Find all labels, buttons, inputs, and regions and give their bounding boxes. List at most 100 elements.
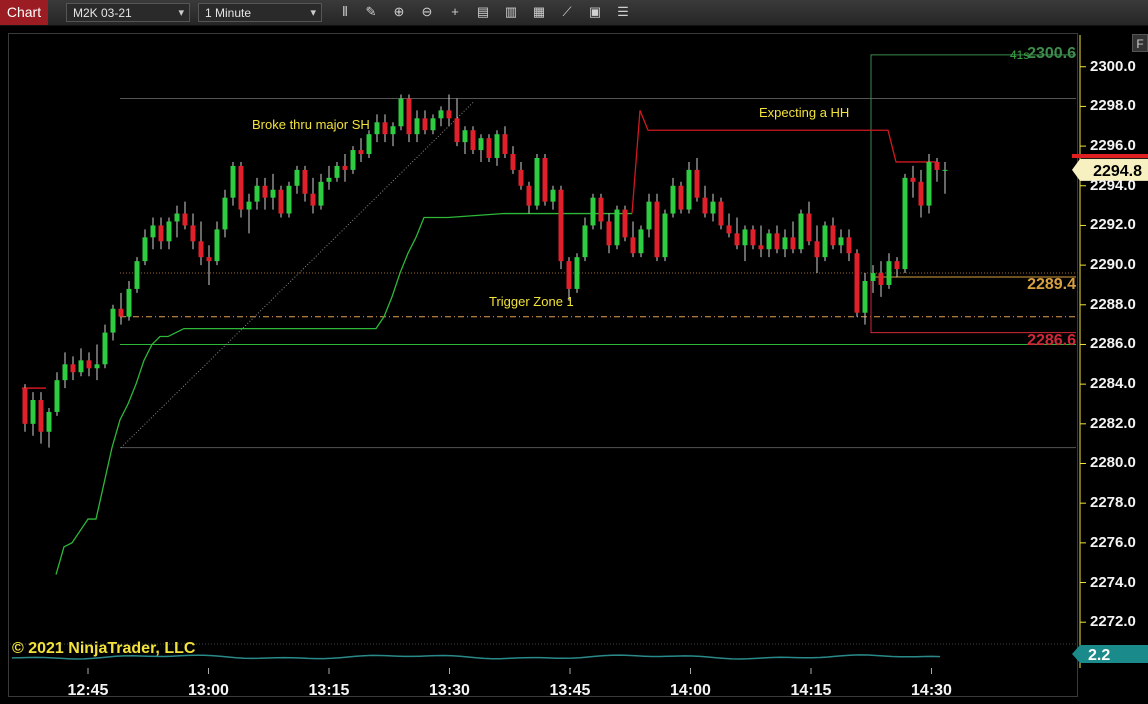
- candle-body: [758, 245, 764, 250]
- candle-body: [214, 229, 220, 262]
- price-tick-label: 2296.0: [1090, 137, 1136, 155]
- candle-body: [934, 161, 940, 170]
- candle-body: [590, 197, 596, 226]
- annotation-expecting-hh: Expecting a HH: [759, 105, 850, 120]
- candle-body: [22, 388, 28, 424]
- price-tick-label: 2282.0: [1090, 414, 1136, 432]
- candle-body: [694, 169, 700, 198]
- candle-body: [702, 197, 708, 214]
- candle-body: [542, 157, 548, 202]
- candle-body: [302, 169, 308, 194]
- candle-body: [718, 201, 724, 226]
- candle-body: [790, 237, 796, 250]
- price-tick-label: 2280.0: [1090, 454, 1136, 472]
- candle-body: [662, 213, 668, 258]
- time-tick-label: 14:00: [670, 682, 711, 699]
- candle-body: [822, 225, 828, 258]
- candle-body: [406, 98, 412, 135]
- stop-axis-marker: [1072, 153, 1148, 158]
- candle-body: [710, 201, 716, 214]
- candle-body: [390, 126, 396, 135]
- candle-body: [630, 237, 636, 254]
- time-tick-label: 13:45: [549, 682, 591, 699]
- candle-body: [262, 185, 268, 198]
- trailing-stop-line: [55, 212, 632, 575]
- candle-body: [926, 161, 932, 206]
- price-tick-label: 2274.0: [1090, 573, 1136, 591]
- candle-body: [878, 273, 884, 285]
- candle-body: [534, 157, 540, 206]
- candle-body: [166, 221, 172, 242]
- candle-body: [798, 213, 804, 250]
- candle-body: [518, 169, 524, 186]
- candle-body: [182, 213, 188, 226]
- candle-body: [110, 308, 116, 333]
- candle-body: [286, 185, 292, 214]
- price-tick-label: 2292.0: [1090, 216, 1136, 234]
- candle-body: [574, 257, 580, 289]
- candle-body: [118, 308, 124, 317]
- candle-body: [310, 193, 316, 206]
- candle-body: [198, 241, 204, 258]
- candle-body: [638, 229, 644, 254]
- time-tick-label: 12:45: [67, 682, 109, 699]
- candle-body: [494, 134, 500, 158]
- candle-body: [62, 364, 68, 381]
- candle-body: [582, 225, 588, 258]
- time-tick-label: 14:15: [790, 682, 832, 699]
- candle-body: [158, 225, 164, 242]
- candle-body: [510, 154, 516, 170]
- candle-body: [78, 360, 84, 373]
- candle-body: [526, 185, 532, 206]
- candle-body: [782, 237, 788, 250]
- candle-body: [742, 229, 748, 246]
- candle-body: [94, 364, 100, 369]
- copyright-notice: © 2021 NinjaTrader, LLC: [12, 640, 196, 657]
- target-line: [870, 54, 1076, 278]
- candle-body: [238, 165, 244, 210]
- candle-body: [854, 253, 860, 313]
- candle-body: [86, 360, 92, 369]
- indicator-value-label: 2.2: [1088, 647, 1110, 664]
- candle-body: [270, 189, 276, 198]
- candle-body: [726, 225, 732, 234]
- annotation-trigger-zone: Trigger Zone 1: [489, 294, 574, 309]
- stop-loss-line: [631, 110, 936, 214]
- candle-body: [350, 150, 356, 170]
- candle-body: [462, 130, 468, 143]
- price-tick-label: 2294.0: [1090, 176, 1136, 194]
- candle-body: [254, 185, 260, 202]
- time-tick-label: 13:00: [188, 682, 229, 699]
- candle-body: [206, 257, 212, 262]
- candle-body: [942, 169, 948, 171]
- candle-body: [422, 118, 428, 131]
- entry-price-badge: 2289.4: [1027, 276, 1076, 294]
- candle-body: [446, 110, 452, 119]
- candle-body: [246, 201, 252, 210]
- candle-body: [502, 134, 508, 155]
- candle-body: [126, 288, 132, 317]
- stop-price-badge: 2286.6: [1027, 331, 1076, 349]
- candle-body: [102, 332, 108, 365]
- price-tick-label: 2272.0: [1090, 613, 1136, 631]
- candle-body: [918, 181, 924, 206]
- candle-body: [654, 201, 660, 258]
- candle-body: [806, 213, 812, 242]
- candle-body: [598, 197, 604, 222]
- target-price-badge: 2300.6: [1027, 44, 1076, 62]
- candle-body: [318, 181, 324, 206]
- price-tick-label: 2278.0: [1090, 494, 1136, 512]
- candle-body: [766, 233, 772, 250]
- candle-body: [230, 165, 236, 198]
- candle-body: [838, 237, 844, 246]
- candle-body: [558, 189, 564, 262]
- annotation-broke-sh: Broke thru major SH: [252, 117, 370, 132]
- candle-body: [358, 150, 364, 155]
- candle-body: [550, 189, 556, 202]
- candle-body: [174, 213, 180, 222]
- candle-body: [38, 400, 44, 432]
- candle-body: [814, 241, 820, 258]
- candle-body: [454, 118, 460, 143]
- candle-body: [150, 225, 156, 238]
- candle-body: [846, 237, 852, 254]
